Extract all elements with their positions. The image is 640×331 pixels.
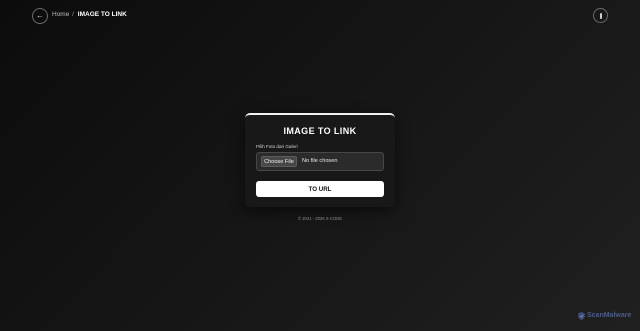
back-button[interactable]: ← — [32, 8, 48, 24]
breadcrumb-home[interactable]: Home — [52, 11, 69, 18]
upload-card: IMAGE TO LINK Pilih Foto dari Galeri Cho… — [245, 113, 395, 207]
breadcrumb-current: IMAGE TO LINK — [77, 11, 127, 18]
breadcrumb: Home / IMAGE TO LINK — [52, 10, 127, 20]
watermark: ScanMalware — [578, 312, 631, 320]
menu-button[interactable] — [593, 8, 608, 23]
file-field-label: Pilih Foto dari Galeri — [256, 144, 298, 149]
file-input[interactable]: Choose File No file chosen — [256, 152, 384, 171]
choose-file-button[interactable]: Choose File — [261, 156, 297, 167]
arrow-left-icon: ← — [36, 11, 44, 20]
file-status-text: No file chosen — [302, 158, 338, 164]
card-title: IMAGE TO LINK — [283, 126, 357, 136]
shield-logo-icon — [578, 312, 585, 320]
footer-copyright: © 2021 - 2026 X-CODE — [297, 216, 343, 221]
to-url-button[interactable]: TO URL — [256, 181, 384, 197]
menu-icon — [599, 12, 602, 19]
watermark-text: ScanMalware — [587, 312, 632, 319]
breadcrumb-separator: / — [72, 11, 74, 18]
